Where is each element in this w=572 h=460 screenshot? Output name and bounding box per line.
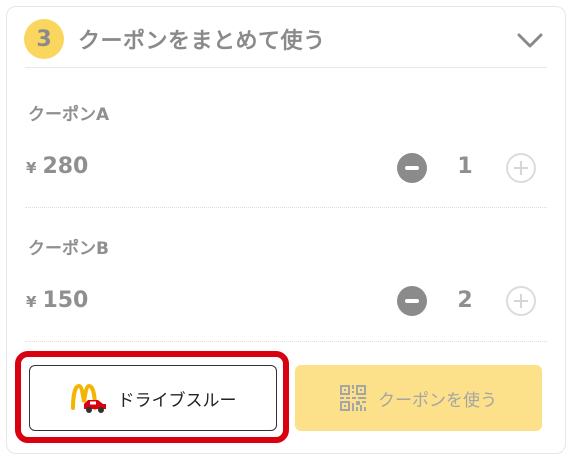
coupon-price: ¥ 150: [26, 288, 88, 313]
minus-button[interactable]: [397, 153, 427, 183]
drive-thru-button[interactable]: ドライブスルー: [29, 365, 277, 431]
price-value: 280: [42, 154, 89, 179]
coupon-price: ¥ 280: [26, 154, 88, 179]
header-divider: [25, 67, 547, 68]
use-coupon-button[interactable]: クーポンを使う: [295, 365, 542, 431]
quantity-value: 2: [457, 288, 473, 313]
section-title: クーポンをまとめて使う: [78, 29, 326, 54]
row-divider: [25, 207, 547, 208]
currency-symbol: ¥: [26, 293, 37, 311]
qr-code-icon: [340, 385, 366, 411]
use-coupon-label: クーポンを使う: [378, 390, 497, 411]
quantity-value: 1: [457, 154, 473, 179]
price-value: 150: [42, 288, 89, 313]
row-divider: [25, 341, 547, 342]
drive-thru-label: ドライブスルー: [117, 390, 237, 411]
mcdonalds-drive-thru-icon: [70, 382, 110, 414]
section-header[interactable]: 3 クーポンをまとめて使う: [24, 19, 326, 59]
plus-button[interactable]: [506, 286, 536, 316]
coupon-name: クーポンB: [28, 239, 109, 259]
currency-symbol: ¥: [26, 159, 37, 177]
minus-button[interactable]: [397, 286, 427, 316]
step-badge: 3: [24, 19, 64, 59]
chevron-down-icon[interactable]: [516, 26, 544, 54]
coupon-name: クーポンA: [28, 105, 110, 125]
plus-button[interactable]: [506, 153, 536, 183]
